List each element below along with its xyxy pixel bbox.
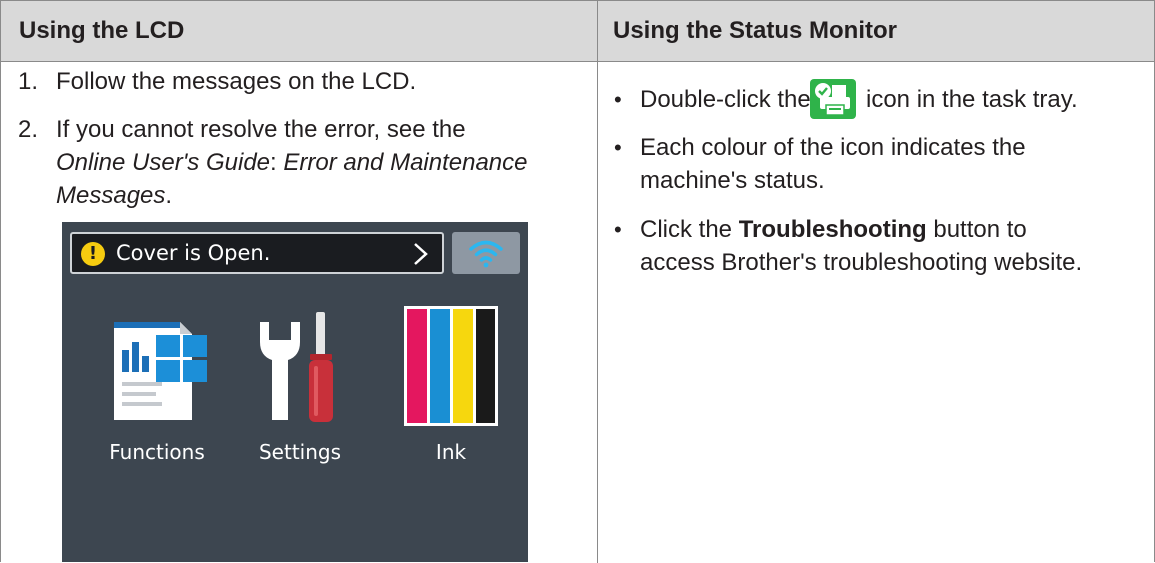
column-divider (597, 1, 598, 563)
guide-title: Online User's Guide (56, 149, 271, 176)
status-item-3-line-2: access Brother's troubleshooting website… (640, 249, 1083, 276)
wifi-button[interactable] (452, 232, 520, 274)
step-1-text: Follow the messages on the LCD. (56, 68, 417, 95)
bullet-1: • (614, 87, 622, 112)
lcd-screen: ! Cover is Open. Functions Settings Ink (62, 222, 528, 562)
status-item-2-line-2: machine's status. (640, 167, 825, 194)
status-monitor-tray-icon (810, 79, 856, 119)
step-1-number: 1. (18, 68, 39, 95)
step-2-reference: Online User's Guide: Error and Maintenan… (56, 146, 528, 179)
topic-period: . (165, 182, 173, 209)
document-page: Using the LCD Using the Status Monitor 1… (0, 0, 1155, 563)
status-item-2-line-1: Each colour of the icon indicates the (640, 134, 1026, 161)
guide-topic: Error and Maintenance (283, 149, 528, 176)
wifi-icon (469, 240, 503, 268)
lcd-status-bar[interactable]: ! Cover is Open. (70, 232, 444, 274)
step-2-topic-end: Messages. (56, 179, 172, 212)
functions-label: Functions (109, 440, 205, 464)
reference-colon: : (270, 149, 284, 176)
step-2-number: 2. (18, 116, 39, 143)
settings-label: Settings (258, 440, 342, 464)
status-item-3-after: button to (933, 216, 1027, 243)
status-item-1-before: Double-click the (640, 86, 811, 113)
warning-icon: ! (81, 242, 105, 266)
functions-icon[interactable] (106, 302, 212, 432)
header-using-lcd: Using the LCD (19, 17, 185, 44)
status-item-3-before: Click the (640, 216, 733, 243)
guide-topic-continued: Messages (56, 182, 166, 209)
status-item-1-after: icon in the task tray. (866, 86, 1078, 113)
settings-icon[interactable] (254, 302, 346, 432)
status-item-3-line-1: Click the Troubleshooting button to (640, 213, 1027, 246)
lcd-status-message: Cover is Open. (116, 241, 271, 265)
bullet-3: • (614, 217, 622, 242)
troubleshooting-button-name: Troubleshooting (738, 216, 927, 243)
step-2-text: If you cannot resolve the error, see the (56, 116, 466, 143)
chevron-right-icon (414, 243, 428, 265)
ink-icon[interactable] (402, 302, 500, 432)
header-using-status-monitor: Using the Status Monitor (613, 17, 897, 44)
bullet-2: • (614, 135, 622, 160)
ink-label: Ink (435, 440, 467, 464)
